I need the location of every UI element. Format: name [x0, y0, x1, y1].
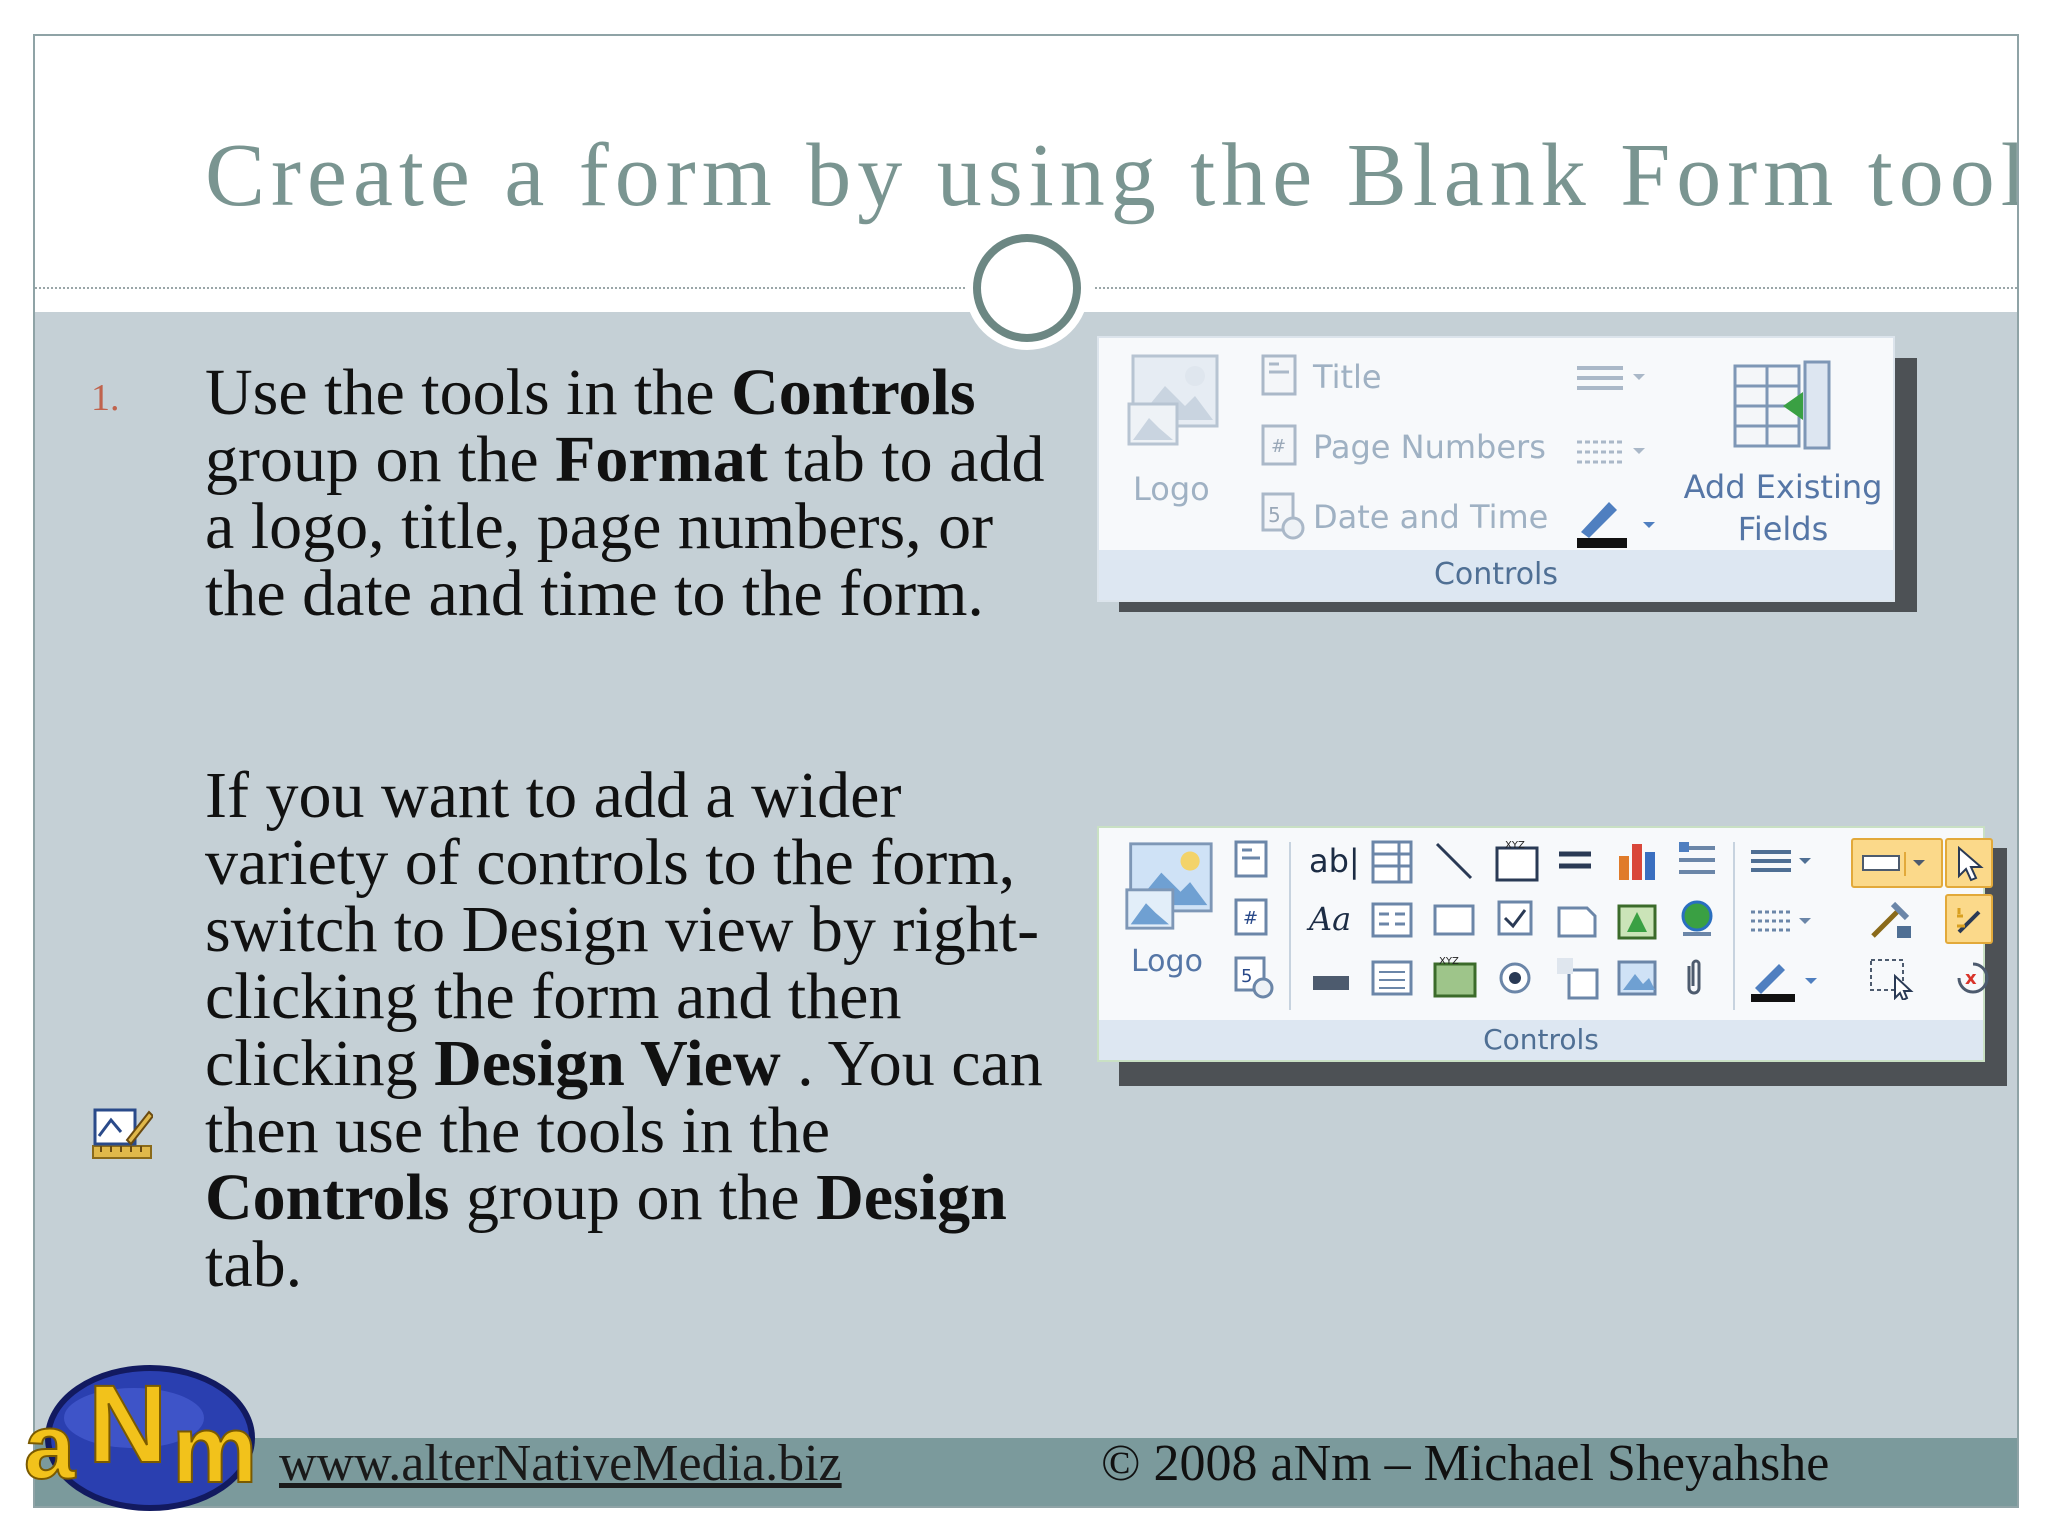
line-color-icon-2[interactable] — [1747, 958, 1827, 1004]
line-thickness-icon[interactable] — [1573, 362, 1653, 396]
page-numbers-icon-2[interactable]: # — [1233, 898, 1269, 938]
title-divider-right — [1095, 287, 2017, 289]
line-color-icon[interactable] — [1573, 492, 1663, 550]
line-thickness-icon-2[interactable] — [1747, 846, 1821, 876]
page-numbers-icon: # — [1261, 424, 1297, 466]
logo-label[interactable]: Logo — [1133, 470, 1210, 508]
toggle-button-icon[interactable] — [1555, 840, 1595, 880]
website-link[interactable]: www.alterNativeMedia.biz — [279, 1434, 842, 1493]
separator-2 — [1733, 842, 1735, 1010]
add-existing-fields-icon — [1733, 360, 1831, 450]
title-icon — [1261, 354, 1297, 396]
list-box-icon[interactable] — [1371, 900, 1413, 940]
logo-icon — [1127, 354, 1219, 446]
attachment-icon[interactable] — [1679, 958, 1709, 998]
pointer-arrow-icon — [1958, 846, 1984, 882]
p1-bold-format: Format — [555, 423, 768, 496]
tab-control-icon[interactable] — [1371, 958, 1413, 998]
insert-page-numbers-icon[interactable] — [1675, 840, 1719, 880]
p2-text-3: group on the — [449, 1161, 817, 1234]
hyperlink-icon[interactable] — [1675, 898, 1719, 942]
add-existing-fields-line2[interactable]: Fields — [1683, 510, 1883, 548]
activex-controls-icon[interactable]: x — [1951, 956, 1995, 1000]
line-type-icon[interactable] — [1573, 434, 1653, 468]
svg-text:5: 5 — [1268, 503, 1281, 527]
design-controls-ribbon: Logo # 5 ab| Aa XYZ XYZ x Controls — [1097, 826, 2007, 1086]
property-tools-icon[interactable] — [1867, 898, 1915, 942]
svg-text:5: 5 — [1241, 966, 1252, 987]
p2-bold-controls: Controls — [205, 1161, 450, 1234]
copyright-text: © 2008 aNm – Michael Sheyahshe — [1101, 1435, 1830, 1492]
title-divider-left — [35, 287, 965, 289]
image-icon[interactable] — [1615, 958, 1659, 998]
title-button[interactable]: Title — [1313, 358, 1382, 396]
format-controls-ribbon: Logo Title # Page Numbers 5 Date and Tim… — [1097, 336, 1917, 612]
rectangle-dropdown-icon — [1862, 852, 1925, 876]
svg-text:x: x — [1965, 968, 1977, 989]
page-numbers-button[interactable]: Page Numbers — [1313, 428, 1546, 466]
svg-text:#: # — [1271, 436, 1286, 457]
ribbon-panel-2: Logo # 5 ab| Aa XYZ XYZ x Controls — [1097, 826, 1993, 1062]
magic-wand-icon — [1957, 908, 1981, 934]
slide: Create a form by using the Blank Form to… — [33, 34, 2019, 1508]
use-control-wizards-toggle[interactable] — [1851, 838, 1943, 888]
page-break-icon[interactable] — [1555, 900, 1599, 940]
date-and-time-button[interactable]: Date and Time — [1313, 498, 1548, 536]
p1-bold-controls: Controls — [731, 356, 976, 429]
insert-chart-icon[interactable] — [1615, 838, 1659, 882]
logo-icon-2 — [1125, 842, 1213, 930]
svg-text:m: m — [172, 1396, 257, 1503]
unbound-object-frame-icon[interactable] — [1615, 898, 1659, 942]
check-box-icon[interactable] — [1495, 898, 1535, 938]
line-type-icon-2[interactable] — [1747, 906, 1821, 936]
paragraph-design-controls: If you want to add a wider variety of co… — [205, 762, 1085, 1298]
design-tool-bullet-icon — [92, 1108, 153, 1159]
svg-text:#: # — [1243, 908, 1258, 929]
controls-group-label: Controls — [1099, 550, 1893, 600]
svg-text:XYZ: XYZ — [1439, 956, 1459, 967]
subform-icon[interactable] — [1555, 956, 1599, 1000]
svg-text:N: N — [88, 1363, 167, 1486]
divider-circle-ornament — [973, 234, 1081, 342]
select-all-icon[interactable] — [1867, 956, 1915, 1000]
control-wizards-button[interactable] — [1945, 894, 1993, 944]
button-icon[interactable] — [1311, 968, 1351, 998]
option-group-icon[interactable]: XYZ — [1495, 838, 1539, 884]
p2-bold-design: Design — [816, 1161, 1007, 1234]
step-number: 1. — [91, 377, 120, 419]
ribbon-panel: Logo Title # Page Numbers 5 Date and Tim… — [1097, 336, 1895, 602]
date-time-icon-2[interactable]: 5 — [1233, 956, 1275, 1000]
bound-object-frame-icon[interactable]: XYZ — [1433, 954, 1477, 1000]
paragraph-format-controls: Use the tools in the Controls group on t… — [205, 359, 1085, 627]
option-button-icon[interactable] — [1495, 958, 1535, 998]
combo-box-icon[interactable] — [1371, 840, 1413, 884]
svg-text:XYZ: XYZ — [1505, 840, 1525, 851]
p1-text-2: group on the — [205, 423, 556, 496]
date-time-icon: 5 — [1261, 492, 1305, 540]
p1-text-1: Use the tools in the — [205, 356, 732, 429]
svg-text:a: a — [24, 1396, 76, 1498]
separator — [1289, 842, 1291, 1010]
p2-bold-design-view: Design View — [434, 1027, 781, 1100]
add-existing-fields-line1[interactable]: Add Existing — [1683, 468, 1883, 506]
logo-label-2[interactable]: Logo — [1131, 944, 1203, 979]
label-icon[interactable]: Aa — [1309, 900, 1351, 938]
anm-logo: a N m — [24, 1362, 258, 1511]
rectangle-tool-icon[interactable] — [1433, 900, 1475, 940]
controls-group-label-2: Controls — [1099, 1020, 1983, 1060]
slide-title: Create a form by using the Blank Form to… — [205, 126, 2019, 225]
title-icon-2[interactable] — [1233, 840, 1269, 880]
select-pointer-button[interactable] — [1945, 838, 1993, 888]
p2-text-4: tab. — [205, 1228, 303, 1301]
line-tool-icon[interactable] — [1433, 840, 1475, 882]
text-box-icon[interactable]: ab| — [1309, 842, 1360, 880]
